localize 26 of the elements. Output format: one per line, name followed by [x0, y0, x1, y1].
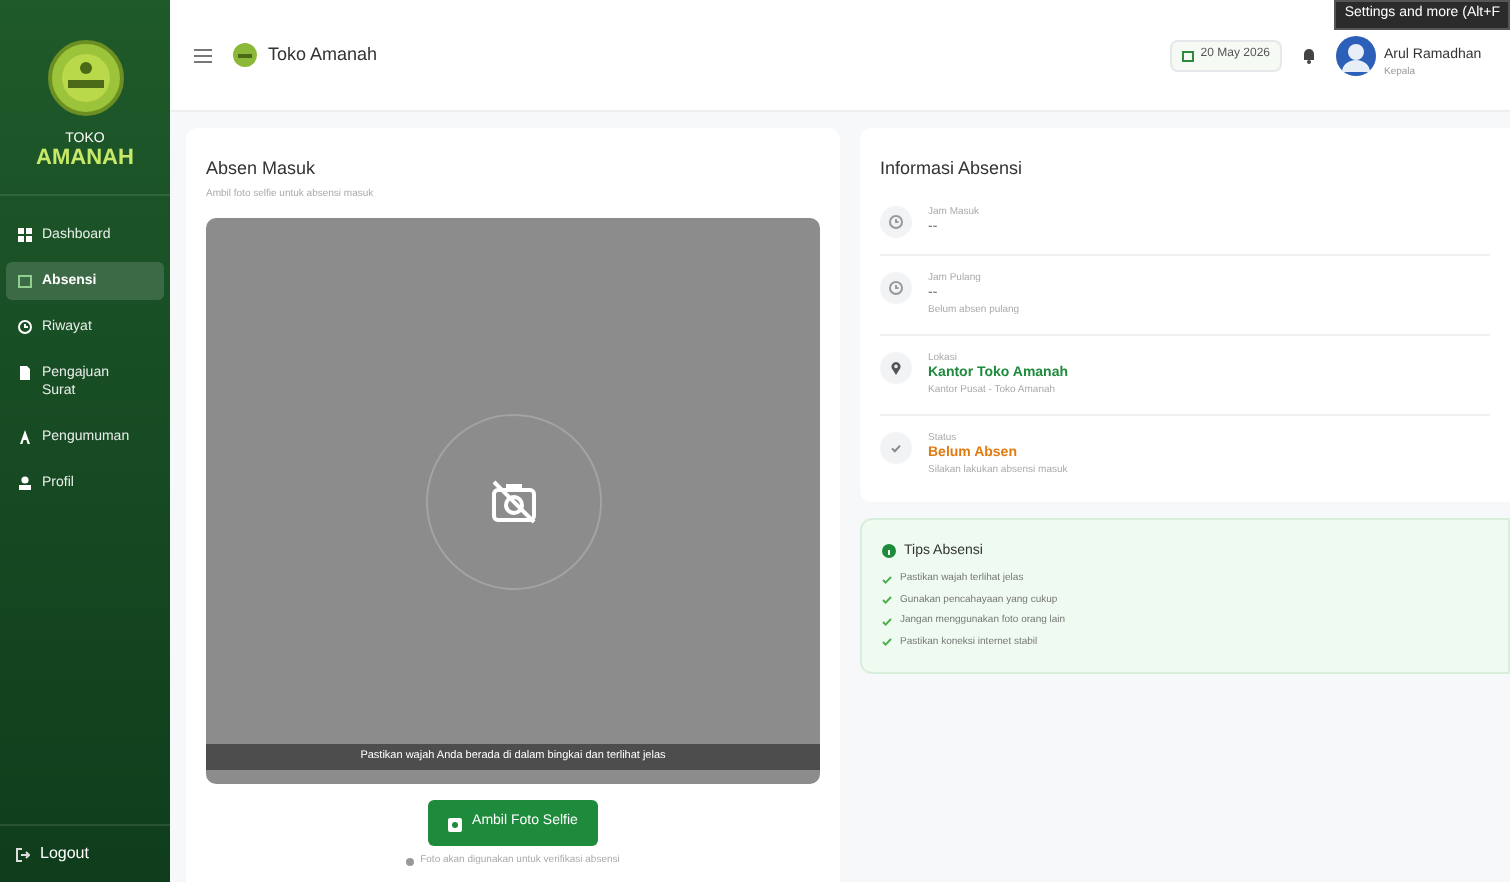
check-icon — [882, 575, 892, 584]
clock-icon — [880, 205, 912, 237]
card-title: Absen Masuk — [206, 156, 318, 182]
brand-name: AMANAH — [36, 146, 134, 174]
avatar[interactable] — [1336, 35, 1376, 75]
user-icon — [18, 476, 32, 491]
app-title: Toko Amanah — [268, 41, 378, 68]
grid-icon — [18, 227, 32, 242]
logo-icon — [232, 42, 258, 68]
card-title: Informasi Absensi — [880, 156, 1025, 182]
logout-icon — [16, 847, 30, 861]
calendar-icon — [1182, 49, 1195, 61]
menu-icon[interactable] — [194, 47, 212, 63]
clock-icon — [18, 319, 32, 334]
check-icon — [880, 431, 912, 464]
check-icon — [882, 638, 892, 647]
check-icon — [882, 596, 892, 605]
logout-button[interactable]: Logout — [16, 842, 89, 866]
document-icon — [18, 366, 32, 381]
logo-icon — [47, 40, 123, 116]
clock-icon — [880, 271, 912, 304]
bell-icon[interactable] — [1302, 46, 1316, 64]
camera-icon — [448, 815, 463, 831]
check-icon — [882, 617, 892, 626]
square-icon — [18, 273, 32, 288]
camera-off-icon — [489, 479, 537, 523]
